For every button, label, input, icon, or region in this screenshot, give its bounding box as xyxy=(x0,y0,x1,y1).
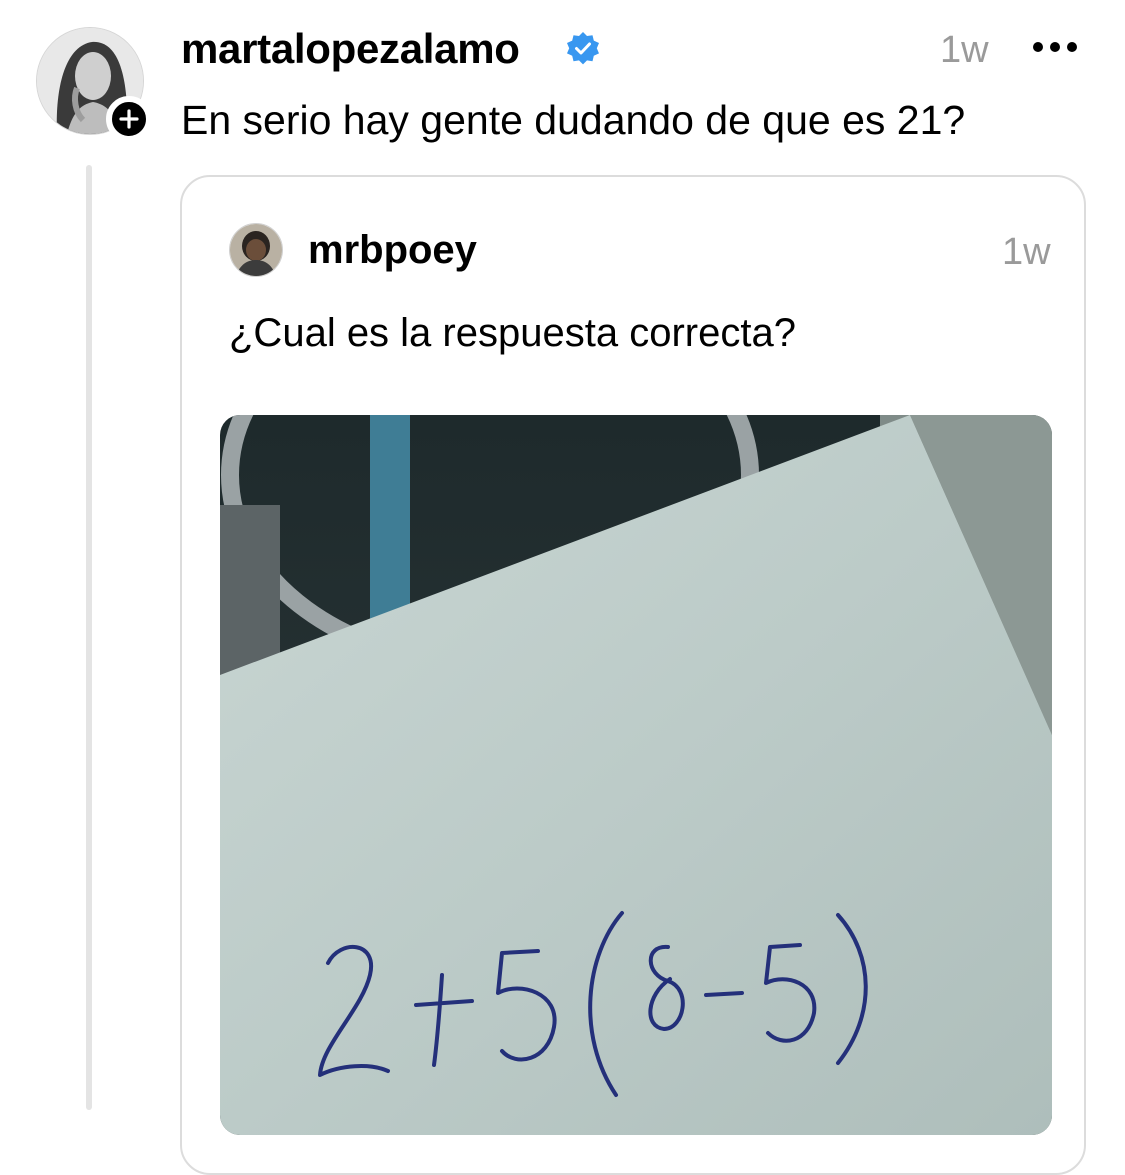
author-avatar-group[interactable] xyxy=(36,27,152,142)
quoted-post-timestamp: 1w xyxy=(1002,231,1051,273)
post-text: En serio hay gente dudando de que es 21? xyxy=(181,97,966,143)
quoted-post-card[interactable]: mrbpoey 1w ¿Cual es la respuesta correct… xyxy=(180,175,1086,1175)
more-horizontal-icon[interactable] xyxy=(1032,41,1078,53)
verified-badge-icon xyxy=(567,32,599,65)
follow-button[interactable] xyxy=(106,96,152,142)
thread-line xyxy=(86,165,92,1110)
plus-icon xyxy=(119,109,139,129)
quoted-post-image[interactable] xyxy=(220,415,1052,1135)
quoted-post-text: ¿Cual es la respuesta correcta? xyxy=(229,311,796,355)
author-username[interactable]: martalopezalamo xyxy=(181,28,520,70)
post-timestamp: 1w xyxy=(940,29,989,71)
quoted-author-username[interactable]: mrbpoey xyxy=(308,229,477,271)
quoted-author-avatar[interactable] xyxy=(229,223,283,277)
